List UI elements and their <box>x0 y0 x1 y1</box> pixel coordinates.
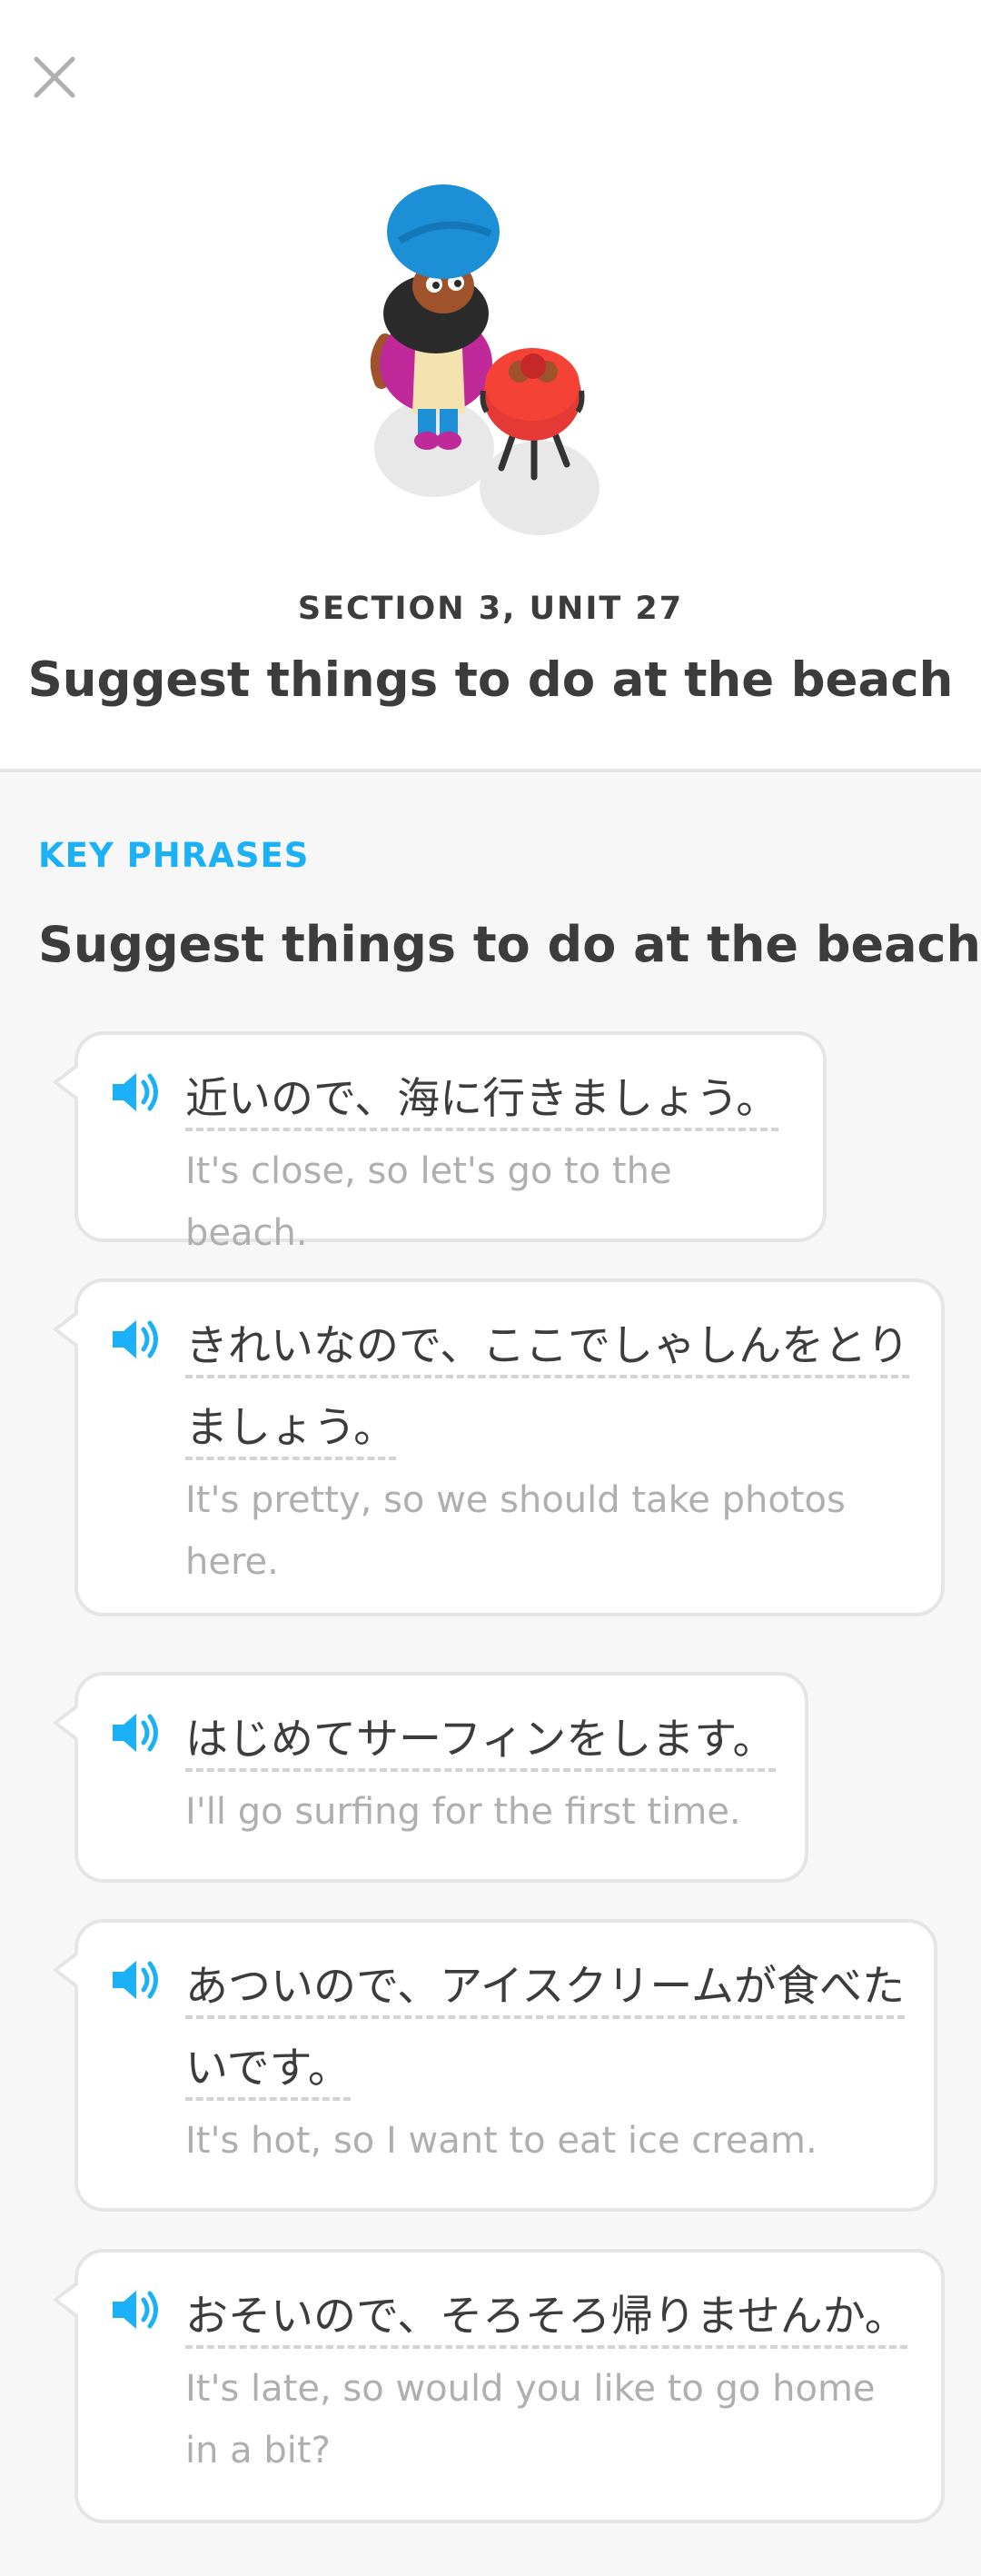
speaker-button[interactable] <box>109 1069 164 1115</box>
speaker-button[interactable] <box>109 1957 164 2003</box>
phrase-card: はじめてサーフィンをします。 I'll go surfing for the f… <box>53 1672 808 1883</box>
key-phrases-title: Suggest things to do at the beach <box>38 916 981 973</box>
speaker-button[interactable] <box>109 2287 164 2332</box>
phrase-japanese[interactable]: きれいなので、ここでしゃしんをとりましょう。 <box>185 1321 910 1460</box>
speaker-button[interactable] <box>109 1317 164 1362</box>
phrase-japanese[interactable]: おそいので、そろそろ帰りませんか。 <box>185 2292 907 2349</box>
phrase-japanese[interactable]: あついので、アイスクリームが食べたいです。 <box>185 1962 905 2101</box>
phrase-card: あついので、アイスクリームが食べたいです。 It's hot, so I wan… <box>53 1919 937 2212</box>
speaker-button[interactable] <box>109 1710 164 1755</box>
phrase-translation: I'll go surfing for the first time. <box>185 1791 741 1833</box>
phrase-card: おそいので、そろそろ帰りませんか。 It's late, so would yo… <box>53 2249 945 2523</box>
speaker-icon <box>113 1320 158 1358</box>
speaker-icon <box>113 1714 158 1752</box>
phrase-translation: It's close, so let's go to the beach. <box>185 1150 672 1254</box>
phrase-translation: It's hot, so I want to eat ice cream. <box>185 2120 818 2162</box>
unit-title: Suggest things to do at the beach <box>27 652 954 708</box>
close-button[interactable] <box>27 50 82 104</box>
speaker-icon <box>113 1961 158 1999</box>
phrase-card: きれいなので、ここでしゃしんをとりましょう。 It's pretty, so w… <box>53 1278 945 1616</box>
speaker-icon <box>113 1073 158 1111</box>
phrase-japanese[interactable]: 近いので、海に行きましょう。 <box>185 1074 779 1131</box>
key-phrases-panel: KEY PHRASES Suggest things to do at the … <box>0 772 981 2576</box>
phrase-translation: It's pretty, so we should take photos he… <box>185 1479 846 1583</box>
character-illustration <box>345 177 627 550</box>
key-phrases-label: KEY PHRASES <box>38 836 310 875</box>
phrase-card: 近いので、海に行きましょう。 It's close, so let's go t… <box>53 1031 827 1254</box>
phrase-japanese[interactable]: はじめてサーフィンをします。 <box>185 1715 776 1772</box>
speaker-icon <box>113 2291 158 2329</box>
unit-header: SECTION 3, UNIT 27 Suggest things to do … <box>0 0 981 772</box>
section-label: SECTION 3, UNIT 27 <box>297 591 684 627</box>
close-icon <box>34 56 75 98</box>
phrase-translation: It's late, so would you like to go home … <box>185 2368 876 2472</box>
